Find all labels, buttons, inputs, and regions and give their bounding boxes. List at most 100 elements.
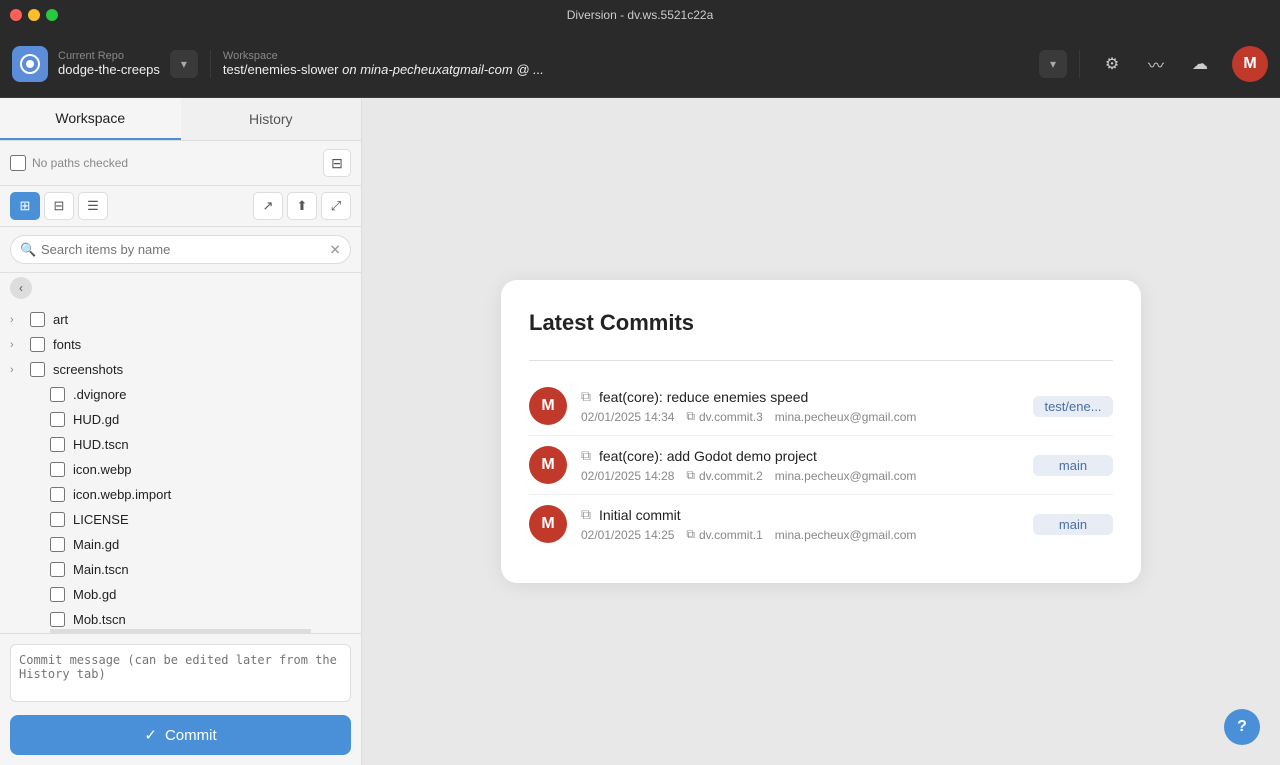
commit-check-icon: ✓ bbox=[144, 726, 157, 744]
list-item[interactable]: Main.gd bbox=[0, 532, 361, 557]
minimize-button[interactable] bbox=[28, 9, 40, 21]
back-button[interactable]: ‹ bbox=[10, 277, 32, 299]
file-name: Mob.tscn bbox=[73, 612, 126, 627]
file-name: HUD.tscn bbox=[73, 437, 129, 452]
workspace-section: Workspace test/enemies-slower on mina-pe… bbox=[210, 50, 1080, 78]
cloud-icon: ☁ bbox=[1192, 54, 1208, 74]
file-checkbox[interactable] bbox=[50, 537, 65, 552]
commit-row[interactable]: M ⧉ feat(core): reduce enemies speed 02/… bbox=[529, 377, 1113, 435]
commit-avatar: M bbox=[529, 505, 567, 543]
header-icons: ⚙ 〰 ☁ M bbox=[1080, 44, 1280, 84]
file-checkbox[interactable] bbox=[50, 512, 65, 527]
copy-icon[interactable]: ⧉ bbox=[581, 506, 591, 523]
open-file-button[interactable]: ↗ bbox=[253, 192, 283, 220]
upload-button[interactable]: ⬆ bbox=[287, 192, 317, 220]
cloud-button[interactable]: ☁ bbox=[1180, 44, 1220, 84]
commit-branch-tag[interactable]: main bbox=[1033, 514, 1113, 535]
view-toggle: ⊞ ⊟ ☰ ↗ ⬆ ⤢ bbox=[0, 186, 361, 227]
chevron-right-icon: › bbox=[10, 314, 22, 326]
commit-details: ⧉ feat(core): add Godot demo project 02/… bbox=[581, 447, 1019, 483]
commit-hash: dv.commit.1 bbox=[699, 528, 763, 542]
copy-icon[interactable]: ⧉ bbox=[581, 388, 591, 405]
file-name: icon.webp bbox=[73, 462, 132, 477]
file-checkbox[interactable] bbox=[50, 562, 65, 577]
list-item[interactable]: LICENSE bbox=[0, 507, 361, 532]
list-view-button[interactable]: ☰ bbox=[78, 192, 108, 220]
window-title: Diversion - dv.ws.5521c22a bbox=[567, 8, 714, 22]
commits-panel-title: Latest Commits bbox=[529, 310, 1113, 336]
commit-branch-tag[interactable]: main bbox=[1033, 455, 1113, 476]
list-item[interactable]: Mob.gd bbox=[0, 582, 361, 607]
commits-panel: Latest Commits M ⧉ feat(core): reduce en… bbox=[501, 280, 1141, 583]
search-input[interactable] bbox=[10, 235, 351, 264]
file-checkbox[interactable] bbox=[50, 387, 65, 402]
workspace-dropdown-button[interactable]: ▾ bbox=[1039, 50, 1067, 78]
tab-workspace[interactable]: Workspace bbox=[0, 98, 181, 140]
workspace-info: Workspace test/enemies-slower on mina-pe… bbox=[223, 50, 1029, 77]
list-item[interactable]: › art bbox=[0, 307, 361, 332]
list-item[interactable]: HUD.gd bbox=[0, 407, 361, 432]
repo-info: Current Repo dodge-the-creeps bbox=[58, 50, 160, 77]
list-item[interactable]: Main.tscn bbox=[0, 557, 361, 582]
tree-view-button[interactable]: ⊞ bbox=[10, 192, 40, 220]
file-checkbox[interactable] bbox=[30, 362, 45, 377]
sidebar-tabs: Workspace History bbox=[0, 98, 361, 141]
split-view-button[interactable]: ⊟ bbox=[44, 192, 74, 220]
commit-email: mina.pecheux@gmail.com bbox=[775, 469, 917, 483]
close-button[interactable] bbox=[10, 9, 22, 21]
titlebar: Diversion - dv.ws.5521c22a bbox=[0, 0, 1280, 30]
commit-row[interactable]: M ⧉ feat(core): add Godot demo project 0… bbox=[529, 436, 1113, 494]
commit-branch-tag[interactable]: test/ene... bbox=[1033, 396, 1113, 417]
file-checkbox[interactable] bbox=[30, 337, 45, 352]
search-clear-button[interactable]: ✕ bbox=[329, 241, 341, 258]
commit-message-input[interactable] bbox=[10, 644, 351, 702]
user-avatar[interactable]: M bbox=[1232, 46, 1268, 82]
commit-date: 02/01/2025 14:25 bbox=[581, 528, 674, 542]
main-content: Latest Commits M ⧉ feat(core): reduce en… bbox=[362, 98, 1280, 765]
file-checkbox[interactable] bbox=[50, 437, 65, 452]
list-item[interactable]: › fonts bbox=[0, 332, 361, 357]
commit-hash-row: ⧉ dv.commit.1 bbox=[686, 527, 762, 542]
commit-date: 02/01/2025 14:34 bbox=[581, 410, 674, 424]
app-logo bbox=[12, 46, 48, 82]
file-checkbox[interactable] bbox=[50, 612, 65, 627]
filter-button[interactable]: ⊟ bbox=[323, 149, 351, 177]
file-checkbox[interactable] bbox=[50, 462, 65, 477]
workspace-name: test/enemies-slower on mina-pecheuxatgma… bbox=[223, 62, 1029, 77]
commit-details: ⧉ feat(core): reduce enemies speed 02/01… bbox=[581, 388, 1019, 424]
repo-name: dodge-the-creeps bbox=[58, 62, 160, 77]
commit-button[interactable]: ✓ Commit bbox=[10, 715, 351, 755]
analytics-button[interactable]: 〰 bbox=[1136, 44, 1176, 84]
list-item[interactable]: icon.webp.import bbox=[0, 482, 361, 507]
settings-button[interactable]: ⚙ bbox=[1092, 44, 1132, 84]
tab-history[interactable]: History bbox=[181, 98, 362, 140]
hash-icon: ⧉ bbox=[686, 468, 695, 483]
check-all-checkbox[interactable] bbox=[10, 155, 26, 171]
file-checkbox[interactable] bbox=[30, 312, 45, 327]
repo-dropdown-button[interactable]: ▾ bbox=[170, 50, 198, 78]
commit-row[interactable]: M ⧉ Initial commit 02/01/2025 14:25 ⧉ dv… bbox=[529, 495, 1113, 553]
list-item[interactable]: icon.webp bbox=[0, 457, 361, 482]
file-checkbox[interactable] bbox=[50, 487, 65, 502]
copy-icon[interactable]: ⧉ bbox=[581, 447, 591, 464]
commit-header-row: ⧉ feat(core): add Godot demo project bbox=[581, 447, 1019, 464]
tree-view-icon: ⊞ bbox=[20, 198, 31, 214]
file-checkbox[interactable] bbox=[50, 587, 65, 602]
file-checkbox[interactable] bbox=[50, 412, 65, 427]
hash-icon: ⧉ bbox=[686, 409, 695, 424]
expand-button[interactable]: ⤢ bbox=[321, 192, 351, 220]
chevron-right-icon: › bbox=[10, 339, 22, 351]
list-item[interactable]: .dvignore bbox=[0, 382, 361, 407]
help-button[interactable]: ? bbox=[1224, 709, 1260, 745]
file-name: Mob.gd bbox=[73, 587, 116, 602]
maximize-button[interactable] bbox=[46, 9, 58, 21]
file-name: .dvignore bbox=[73, 387, 126, 402]
search-icon: 🔍 bbox=[20, 242, 36, 258]
hash-icon: ⧉ bbox=[686, 527, 695, 542]
commit-date: 02/01/2025 14:28 bbox=[581, 469, 674, 483]
main-layout: Workspace History No paths checked ⊟ ⊞ ⊟… bbox=[0, 98, 1280, 765]
commit-header-row: ⧉ Initial commit bbox=[581, 506, 1019, 523]
list-item[interactable]: Mob.tscn bbox=[0, 607, 361, 629]
list-item[interactable]: HUD.tscn bbox=[0, 432, 361, 457]
list-item[interactable]: › screenshots bbox=[0, 357, 361, 382]
